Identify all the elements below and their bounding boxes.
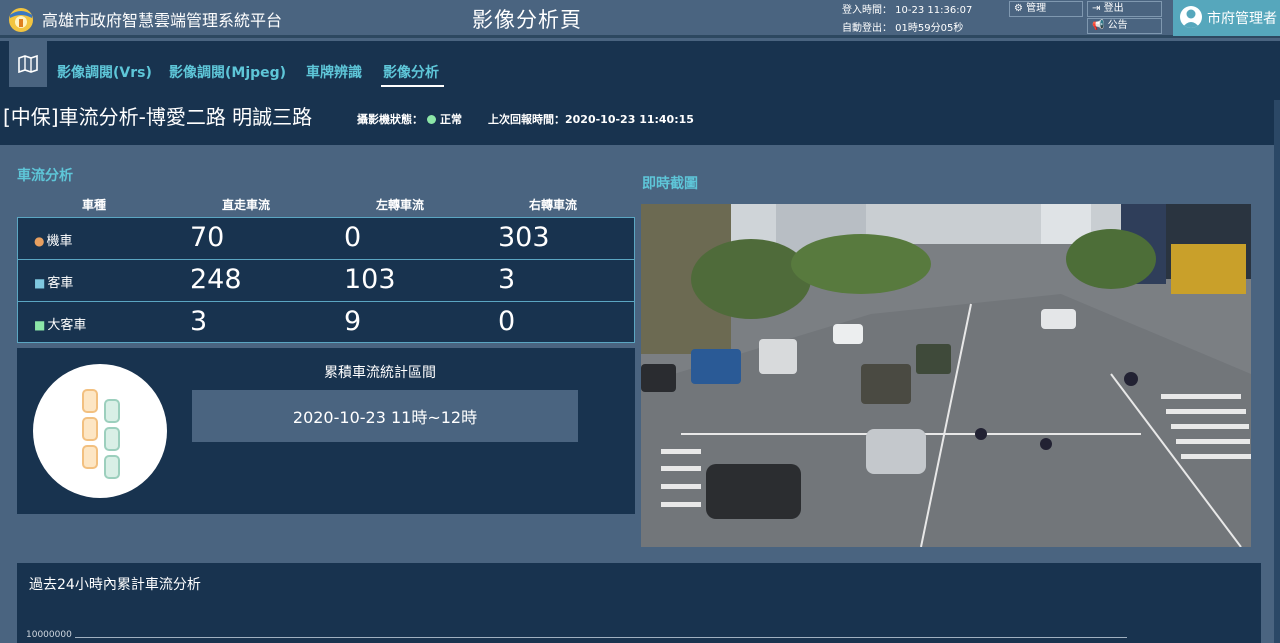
notice-label: 公告	[1107, 20, 1128, 31]
right-turn-count: 3	[498, 264, 516, 295]
tab-video-mjpeg[interactable]: 影像調閱(Mjpeg)	[169, 62, 286, 82]
col-straight: 直走車流	[222, 198, 271, 212]
stat-range-label: 累積車流統計區間	[324, 365, 436, 381]
motorcycle-icon: ●	[34, 234, 45, 248]
camera-title: [中保]車流分析-博愛二路 明誠三路	[3, 105, 313, 129]
left-turn-count: 103	[344, 264, 396, 295]
live-snapshot-image	[641, 204, 1251, 547]
camera-status-label: 攝影機狀態：	[357, 113, 423, 126]
traffic-section-title: 車流分析	[17, 168, 73, 184]
app-title: 高雄市政府智慧雲端管理系統平台	[42, 11, 283, 30]
logout-label: 登出	[1103, 3, 1124, 14]
straight-count: 248	[190, 264, 242, 295]
history-panel: 過去24小時內累計車流分析 10000000	[17, 563, 1261, 643]
camera-status-value: 正常	[440, 113, 462, 126]
stat-range-value: 2020-10-23 11時~12時	[192, 390, 578, 442]
car-icon: ■	[34, 276, 46, 290]
logout-button[interactable]: ⇥ 登出	[1087, 1, 1162, 17]
scrollbar-track[interactable]	[1274, 100, 1280, 643]
gear-icon: ⚙	[1014, 3, 1023, 14]
traffic-table: ● 機車 70 0 303 ■ 客車 248 103 3 ■ 大客車 3 9 0	[17, 217, 635, 343]
megaphone-icon: 📢	[1092, 20, 1105, 31]
status-dot-icon	[427, 115, 436, 124]
tab-image-analysis[interactable]: 影像分析	[383, 62, 439, 82]
table-row: ● 機車 70 0 303	[18, 218, 634, 260]
vehicle-type-label: 大客車	[47, 318, 87, 333]
page-title: 影像分析頁	[472, 8, 582, 32]
notice-button[interactable]: 📢 公告	[1087, 18, 1162, 34]
vehicle-type-label: 機車	[46, 234, 73, 249]
vehicle-type-cell: ■ 大客車	[34, 314, 86, 333]
left-turn-count: 0	[344, 222, 362, 253]
straight-count: 70	[190, 222, 225, 253]
history-axis-top-label: 10000000	[26, 630, 72, 640]
map-icon[interactable]	[9, 41, 47, 87]
right-turn-count: 0	[498, 306, 516, 337]
manage-button[interactable]: ⚙ 管理	[1009, 1, 1083, 17]
tab-plate-recognition[interactable]: 車牌辨識	[306, 62, 362, 82]
history-axis-line	[75, 637, 1127, 638]
col-right-turn: 右轉車流	[529, 198, 578, 212]
logout-icon: ⇥	[1092, 3, 1101, 14]
active-tab-indicator	[381, 85, 444, 87]
user-avatar-icon	[1180, 6, 1202, 28]
table-row: ■ 大客車 3 9 0	[18, 302, 634, 344]
left-turn-count: 9	[344, 306, 362, 337]
city-logo-icon	[9, 8, 33, 32]
tab-video-vrs[interactable]: 影像調閱(Vrs)	[57, 62, 152, 82]
user-name: 市府管理者	[1207, 11, 1277, 27]
camera-header: [中保]車流分析-博愛二路 明誠三路 攝影機狀態： 正常 上次回報時間：2020-…	[0, 88, 1280, 145]
straight-count: 3	[190, 306, 208, 337]
top-bar: 高雄市政府智慧雲端管理系統平台 影像分析頁 登入時間： 10-23 11:36:…	[0, 0, 1280, 38]
snapshot-title: 即時截圖	[642, 176, 698, 192]
col-vehicle-type: 車種	[82, 198, 107, 212]
manage-label: 管理	[1026, 3, 1047, 14]
user-menu[interactable]: 市府管理者	[1173, 0, 1280, 36]
table-row: ■ 客車 248 103 3	[18, 260, 634, 302]
camera-status: 攝影機狀態： 正常	[357, 111, 462, 127]
last-report-time: 上次回報時間：2020-10-23 11:40:15	[488, 113, 694, 126]
vehicle-type-label: 客車	[47, 276, 74, 291]
col-left-turn: 左轉車流	[376, 198, 425, 212]
cars-illustration-icon	[82, 389, 120, 479]
login-time: 登入時間： 10-23 11:36:07	[842, 5, 973, 16]
vehicle-type-cell: ■ 客車	[34, 272, 73, 291]
main-nav: 影像調閱(Vrs) 影像調閱(Mjpeg) 車牌辨識 影像分析	[0, 41, 1280, 88]
cumulative-stat-panel: 累積車流統計區間 2020-10-23 11時~12時	[17, 348, 635, 514]
bus-icon: ■	[34, 318, 46, 332]
history-title: 過去24小時內累計車流分析	[29, 577, 201, 593]
right-turn-count: 303	[498, 222, 550, 253]
vehicle-type-cell: ● 機車	[34, 230, 73, 249]
login-info: 登入時間： 10-23 11:36:07 自動登出： 01時59分05秒	[842, 2, 972, 38]
traffic-illustration	[33, 364, 167, 498]
auto-logout-timer: 自動登出： 01時59分05秒	[842, 23, 964, 34]
